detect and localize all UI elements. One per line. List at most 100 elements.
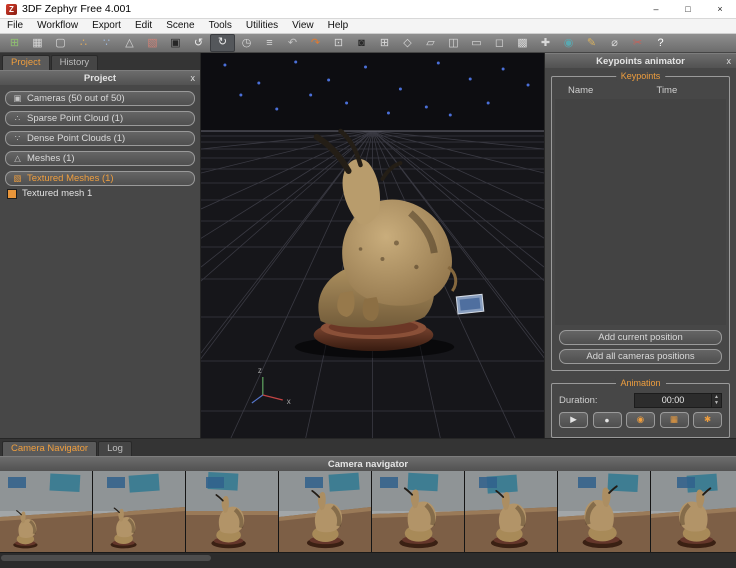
minimize-button[interactable]: – bbox=[640, 0, 672, 18]
sparse-cloud-icon: ∴ bbox=[13, 113, 22, 124]
camera-icon[interactable]: ▣ bbox=[164, 35, 187, 51]
project-item-list: ▣Cameras (50 out of 50) ∴Sparse Point Clo… bbox=[0, 85, 200, 186]
lasso-select-icon[interactable]: ◇ bbox=[396, 35, 419, 51]
duration-value: 00:00 bbox=[635, 394, 711, 407]
zoom-region-icon[interactable]: ⊡ bbox=[327, 35, 350, 51]
redo-icon[interactable]: ↷ bbox=[304, 35, 327, 51]
camera-thumbnail-7[interactable] bbox=[558, 471, 651, 552]
tab-history[interactable]: History bbox=[51, 55, 99, 70]
mesh-icon: △ bbox=[13, 153, 22, 164]
playback-buttons: ▶ ● ◉ ▦✱ bbox=[552, 408, 729, 428]
duration-label: Duration: bbox=[559, 395, 598, 406]
project-panel: Project History Project x ▣Cameras (50 o… bbox=[0, 53, 201, 438]
keypoints-list[interactable] bbox=[555, 99, 726, 325]
camera-thumbnail-2[interactable] bbox=[93, 471, 186, 552]
play-button[interactable]: ▶ bbox=[559, 412, 588, 428]
speed-icon[interactable]: ◷ bbox=[235, 35, 258, 51]
rotate-view-icon[interactable]: ↻ bbox=[210, 34, 235, 52]
camera-navigator-title: Camera navigator bbox=[328, 459, 408, 470]
manual-select-icon[interactable]: ◻ bbox=[488, 35, 511, 51]
stop-icon: ● bbox=[604, 415, 609, 425]
project-item-textured-meshes[interactable]: ▧ Textured Meshes (1) bbox=[5, 171, 195, 186]
gizmo-icon[interactable]: ✚ bbox=[534, 35, 557, 51]
camera-frustum[interactable] bbox=[456, 294, 484, 314]
poly-select-icon[interactable]: ▱ bbox=[419, 35, 442, 51]
app-icon: Z bbox=[6, 4, 17, 15]
camera-thumbnail-1[interactable] bbox=[0, 471, 93, 552]
duration-spinner[interactable]: 00:00 ▲▼ bbox=[634, 393, 722, 408]
center-object-icon[interactable]: ◙ bbox=[350, 35, 373, 51]
project-item-dense-point-clouds[interactable]: ∵Dense Point Clouds (1) bbox=[5, 131, 195, 146]
menu-view[interactable]: View bbox=[285, 19, 321, 33]
keypoints-group: Keypoints Name Time Add current position… bbox=[551, 76, 730, 371]
record-button[interactable]: ◉ bbox=[626, 412, 655, 428]
keyframes-button[interactable]: ▦ bbox=[660, 412, 689, 428]
spin-down-icon[interactable]: ▼ bbox=[712, 400, 721, 407]
project-item-label: Cameras (50 out of 50) bbox=[27, 93, 125, 104]
menu-scene[interactable]: Scene bbox=[159, 19, 201, 33]
horizontal-scrollbar[interactable] bbox=[0, 552, 736, 568]
viewport-canvas: z x bbox=[201, 53, 544, 438]
project-item-meshes[interactable]: △ Meshes (1) bbox=[5, 151, 195, 166]
maximize-button[interactable]: □ bbox=[672, 0, 704, 18]
dense-cloud-icon: ∵ bbox=[13, 133, 22, 144]
menu-tools[interactable]: Tools bbox=[202, 19, 239, 33]
menu-utilities[interactable]: Utilities bbox=[239, 19, 285, 33]
settings-button[interactable]: ✱ bbox=[693, 412, 722, 428]
menu-workflow[interactable]: Workflow bbox=[30, 19, 85, 33]
camera-thumbnail-8[interactable] bbox=[651, 471, 736, 552]
stop-button[interactable]: ● bbox=[593, 412, 622, 428]
help-icon[interactable]: ? bbox=[649, 35, 672, 51]
camera-thumbnail-3[interactable] bbox=[186, 471, 279, 552]
tab-camera-navigator[interactable]: Camera Navigator bbox=[2, 441, 97, 456]
view-options-icon[interactable]: ≡ bbox=[258, 35, 281, 51]
save-workspace-icon[interactable]: ▦ bbox=[26, 35, 49, 51]
dense-cloud-icon[interactable]: ∵ bbox=[95, 35, 118, 51]
menu-file[interactable]: File bbox=[0, 19, 30, 33]
paint-icon[interactable]: ◉ bbox=[557, 35, 580, 51]
rect-select-icon[interactable]: ⊞ bbox=[373, 35, 396, 51]
camera-thumbnail-6[interactable] bbox=[465, 471, 558, 552]
close-keypoints-panel-icon[interactable]: x bbox=[727, 56, 732, 66]
project-item-textured-mesh-1[interactable]: Textured mesh 1 bbox=[0, 186, 200, 199]
mesh-icon[interactable]: △ bbox=[118, 35, 141, 51]
cut-mesh-icon[interactable]: ✂ bbox=[626, 35, 649, 51]
measure-icon[interactable]: ⌀ bbox=[603, 35, 626, 51]
tab-log[interactable]: Log bbox=[98, 441, 132, 456]
textured-mesh-item-icon bbox=[7, 189, 17, 199]
color-picker-icon[interactable]: ✎ bbox=[580, 35, 603, 51]
toolbar: ⊞▦▢∴∵△▧▣↺↻◷≡↶↷⊡◙⊞◇▱◫▭◻▩✚◉✎⌀✂? bbox=[0, 34, 736, 53]
duration-spin-arrows[interactable]: ▲▼ bbox=[711, 394, 721, 407]
import-photos-icon[interactable]: ⊞ bbox=[3, 35, 26, 51]
close-button[interactable]: × bbox=[704, 0, 736, 18]
sparse-cloud-icon[interactable]: ∴ bbox=[72, 35, 95, 51]
orbit-view-icon[interactable]: ↺ bbox=[187, 35, 210, 51]
camera-thumbnail-5[interactable] bbox=[372, 471, 465, 552]
camera-select-icon[interactable]: ◫ bbox=[442, 35, 465, 51]
menu-export[interactable]: Export bbox=[85, 19, 128, 33]
plane-select-icon[interactable]: ▭ bbox=[465, 35, 488, 51]
project-panel-tabs: Project History bbox=[0, 53, 200, 70]
project-item-label: Textured mesh 1 bbox=[22, 188, 92, 199]
viewport-3d[interactable]: z x bbox=[201, 53, 544, 438]
title-bar: Z 3DF Zephyr Free 4.001 – □ × bbox=[0, 0, 736, 19]
close-project-panel-icon[interactable]: x bbox=[191, 73, 196, 83]
textured-mesh-icon: ▧ bbox=[13, 173, 22, 184]
project-item-cameras[interactable]: ▣Cameras (50 out of 50) bbox=[5, 91, 195, 106]
project-panel-title: Project bbox=[84, 73, 116, 84]
add-current-position-button[interactable]: Add current position bbox=[559, 330, 722, 345]
add-all-cameras-positions-button[interactable]: Add all cameras positions bbox=[559, 349, 722, 364]
project-item-label: Textured Meshes (1) bbox=[27, 173, 114, 184]
menu-help[interactable]: Help bbox=[321, 19, 356, 33]
animation-group-label: Animation bbox=[615, 378, 665, 388]
project-panel-header: Project x bbox=[0, 70, 200, 85]
bounding-box-icon[interactable]: ▩ bbox=[511, 35, 534, 51]
project-item-label: Meshes (1) bbox=[27, 153, 75, 164]
undo-icon[interactable]: ↶ bbox=[281, 35, 304, 51]
camera-thumbnail-4[interactable] bbox=[279, 471, 372, 552]
selection-mode-icon[interactable]: ▢ bbox=[49, 35, 72, 51]
tab-project[interactable]: Project bbox=[2, 55, 50, 70]
project-item-sparse-point-cloud[interactable]: ∴Sparse Point Cloud (1) bbox=[5, 111, 195, 126]
menu-edit[interactable]: Edit bbox=[128, 19, 159, 33]
textured-mesh-icon[interactable]: ▧ bbox=[141, 35, 164, 51]
